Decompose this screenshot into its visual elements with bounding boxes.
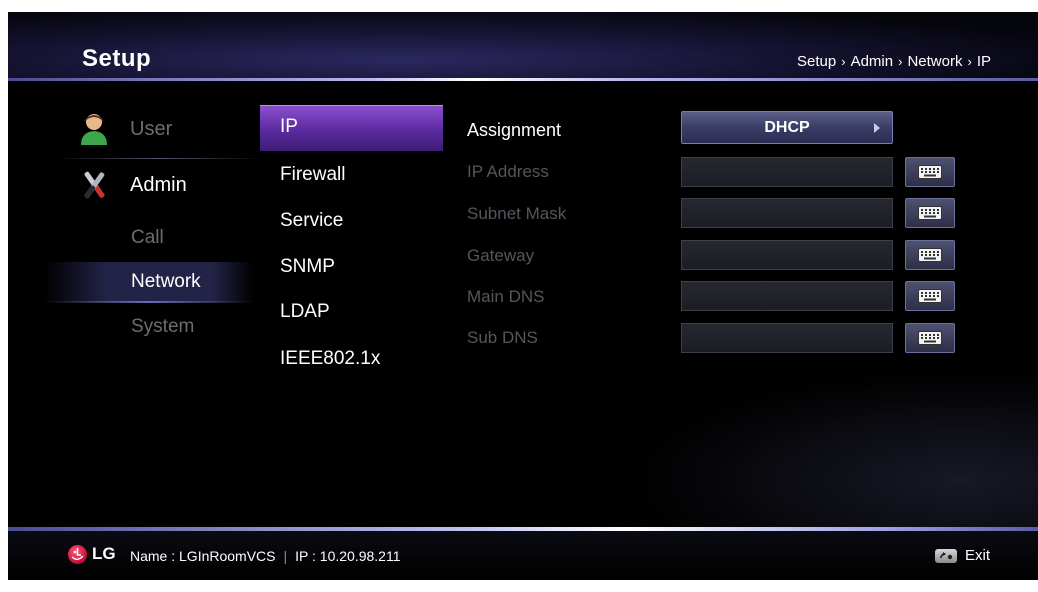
nav-admin[interactable]: Admin: [78, 167, 187, 203]
assignment-dhcp-button[interactable]: DHCP: [681, 111, 893, 144]
sub-dns-field[interactable]: [681, 323, 893, 353]
footer-divider: [8, 527, 1038, 531]
breadcrumb-separator: ›: [898, 54, 903, 69]
lg-face-icon: [68, 544, 87, 564]
assignment-value: DHCP: [764, 118, 810, 136]
lg-brand-text: LG: [92, 544, 116, 563]
page-title: Setup: [82, 45, 152, 72]
nav-network-underline: [44, 301, 254, 303]
arrow-right-icon: [874, 123, 880, 133]
breadcrumb-separator: ›: [841, 54, 846, 69]
menu-item-service[interactable]: Service: [280, 210, 343, 232]
subnet-mask-field[interactable]: [681, 198, 893, 228]
nav-system[interactable]: System: [131, 316, 194, 338]
breadcrumb-item-admin: Admin: [850, 53, 894, 70]
lg-logo: LG: [68, 544, 116, 564]
breadcrumb: Setup › Admin › Network › IP: [797, 53, 991, 70]
nav-network[interactable]: Network: [131, 271, 201, 293]
exit-button[interactable]: Exit: [934, 547, 990, 564]
gateway-label: Gateway: [467, 246, 535, 265]
nav-user[interactable]: User: [78, 111, 172, 147]
setup-screen: Setup Setup › Admin › Network › IP User: [8, 12, 1038, 580]
ip-address-field[interactable]: [681, 157, 893, 187]
nav-call[interactable]: Call: [131, 227, 164, 249]
assignment-label: Assignment: [467, 120, 562, 140]
user-icon: [78, 112, 110, 146]
main-dns-label: Main DNS: [467, 287, 545, 306]
sub-dns-label: Sub DNS: [467, 328, 538, 347]
info-separator: |: [283, 548, 288, 564]
menu-item-firewall[interactable]: Firewall: [280, 164, 345, 186]
keyboard-icon: [918, 331, 942, 345]
breadcrumb-item-setup: Setup: [797, 53, 837, 70]
menu-item-snmp[interactable]: SNMP: [280, 256, 335, 278]
main-dns-field[interactable]: [681, 281, 893, 311]
subnet-mask-label: Subnet Mask: [467, 204, 567, 223]
main-dns-keyboard-button[interactable]: [905, 281, 955, 311]
device-ip: IP : 10.20.98.211: [295, 548, 401, 564]
remote-exit-icon: [934, 548, 957, 563]
gateway-field[interactable]: [681, 240, 893, 270]
keyboard-icon: [918, 206, 942, 220]
menu-item-ldap[interactable]: LDAP: [280, 301, 330, 323]
breadcrumb-item-ip: IP: [976, 53, 991, 70]
nav-user-label: User: [130, 117, 173, 140]
nav-divider: [64, 158, 254, 159]
header-divider: [8, 78, 1038, 81]
menu-item-ip[interactable]: IP: [280, 116, 298, 138]
subnet-mask-keyboard-button[interactable]: [905, 198, 955, 228]
gateway-keyboard-button[interactable]: [905, 240, 955, 270]
sub-dns-keyboard-button[interactable]: [905, 323, 955, 353]
keyboard-icon: [918, 165, 942, 179]
ip-address-keyboard-button[interactable]: [905, 157, 955, 187]
device-info: Name : LGInRoomVCS | IP : 10.20.98.211: [130, 548, 401, 564]
keyboard-icon: [918, 248, 942, 262]
menu-item-ieee8021x[interactable]: IEEE802.1x: [280, 348, 380, 370]
breadcrumb-item-network: Network: [907, 53, 963, 70]
device-name: Name : LGInRoomVCS: [130, 548, 276, 564]
ip-address-label: IP Address: [467, 162, 549, 181]
keyboard-icon: [918, 289, 942, 303]
tools-icon: [78, 168, 110, 202]
breadcrumb-separator: ›: [967, 54, 972, 69]
exit-label: Exit: [964, 547, 990, 564]
nav-admin-label: Admin: [130, 173, 187, 196]
